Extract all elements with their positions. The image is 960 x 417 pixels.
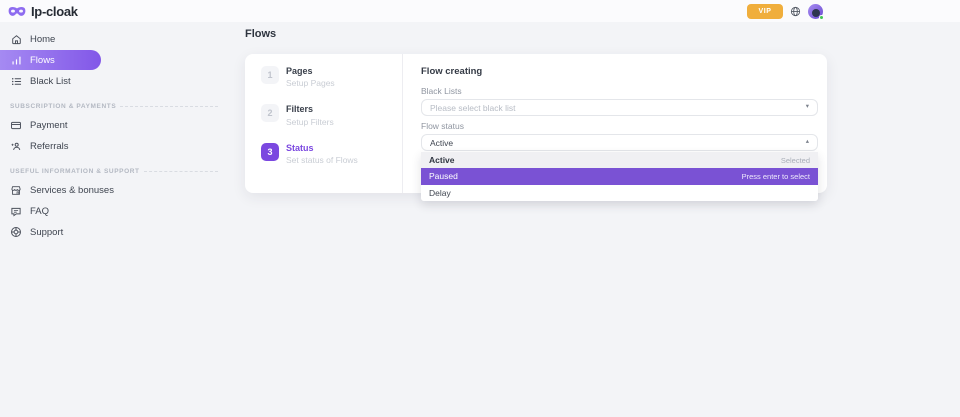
brand-name: Ip-cloak <box>31 4 78 19</box>
flow-status-field: Flow status Active ▴ Active Selected Pau… <box>421 121 818 201</box>
mask-logo-icon <box>8 6 26 17</box>
top-bar: Ip-cloak VIP <box>0 0 960 22</box>
flow-form: Flow creating Black Lists Please select … <box>403 54 827 193</box>
step-pages: 1 Pages Setup Pages <box>261 66 402 88</box>
flow-status-label: Flow status <box>421 121 818 131</box>
option-paused[interactable]: Paused Press enter to select <box>421 168 818 184</box>
sidebar-item-label: Support <box>30 227 63 238</box>
storefront-icon <box>10 185 22 196</box>
step-title: Pages <box>286 66 335 77</box>
black-lists-label: Black Lists <box>421 86 818 96</box>
flow-status-value: Active <box>430 138 453 148</box>
step-subtitle: Setup Pages <box>286 78 335 88</box>
topbar-actions: VIP <box>747 4 823 19</box>
step-number-badge: 3 <box>261 143 279 161</box>
vip-button[interactable]: VIP <box>747 4 783 19</box>
sidebar-item-support[interactable]: Support <box>0 222 230 242</box>
option-delay[interactable]: Delay <box>421 185 818 201</box>
brand-logo[interactable]: Ip-cloak <box>8 4 78 19</box>
faq-icon <box>10 206 22 217</box>
flow-status-dropdown: Active Selected Paused Press enter to se… <box>421 152 818 201</box>
step-number-badge: 2 <box>261 104 279 122</box>
sidebar-item-faq[interactable]: FAQ <box>0 201 230 221</box>
user-avatar[interactable] <box>808 4 823 19</box>
sidebar-item-referrals[interactable]: Referrals <box>0 136 230 156</box>
sidebar-item-home[interactable]: Home <box>0 29 230 49</box>
step-title: Filters <box>286 104 334 115</box>
sidebar-item-services[interactable]: Services & bonuses <box>0 180 230 200</box>
referrals-icon <box>10 141 22 152</box>
option-active[interactable]: Active Selected <box>421 152 818 168</box>
modal-title: Flow creating <box>421 66 818 77</box>
list-icon <box>10 76 22 87</box>
black-lists-placeholder: Please select black list <box>430 103 516 113</box>
step-title: Status <box>286 143 358 154</box>
home-icon <box>10 34 22 45</box>
credit-card-icon <box>10 120 22 131</box>
step-subtitle: Set status of Flows <box>286 155 358 165</box>
chevron-up-icon: ▴ <box>806 139 809 146</box>
sidebar-item-black-list[interactable]: Black List <box>0 71 230 91</box>
language-globe-icon[interactable] <box>790 6 801 17</box>
step-number-badge: 1 <box>261 66 279 84</box>
sidebar-item-label: Black List <box>30 76 71 87</box>
lifebuoy-icon <box>10 226 22 238</box>
flows-icon <box>10 55 22 66</box>
step-filters: 2 Filters Setup Filters <box>261 104 402 126</box>
black-lists-field: Black Lists Please select black list ▾ <box>421 86 818 116</box>
sidebar-section-support: USEFUL INFORMATION & SUPPORT <box>10 168 218 175</box>
flow-creating-modal: 1 Pages Setup Pages 2 Filters Setup Filt… <box>245 54 827 193</box>
sidebar-item-label: Flows <box>30 55 55 66</box>
page-title: Flows <box>245 28 276 40</box>
option-hint: Press enter to select <box>742 172 810 181</box>
chevron-down-icon: ▾ <box>806 104 809 111</box>
sidebar-item-label: FAQ <box>30 206 49 217</box>
sidebar-section-subscription: SUBSCRIPTION & PAYMENTS <box>10 103 218 110</box>
sidebar-item-flows[interactable]: Flows <box>0 50 101 70</box>
avatar-figure <box>812 9 820 17</box>
wizard-steps: 1 Pages Setup Pages 2 Filters Setup Filt… <box>245 54 402 193</box>
sidebar-item-payment[interactable]: Payment <box>0 115 230 135</box>
black-lists-select[interactable]: Please select black list ▾ <box>421 99 818 116</box>
sidebar-item-label: Referrals <box>30 141 69 152</box>
sidebar: Home Flows Black List SUBSCRIPTION & PAY… <box>0 22 230 243</box>
sidebar-item-label: Home <box>30 34 55 45</box>
flow-status-select[interactable]: Active ▴ <box>421 134 818 151</box>
option-hint: Selected <box>781 156 810 165</box>
step-subtitle: Setup Filters <box>286 117 334 127</box>
sidebar-item-label: Payment <box>30 120 68 131</box>
sidebar-item-label: Services & bonuses <box>30 185 114 196</box>
step-status: 3 Status Set status of Flows <box>261 143 402 165</box>
online-status-dot <box>819 15 824 20</box>
